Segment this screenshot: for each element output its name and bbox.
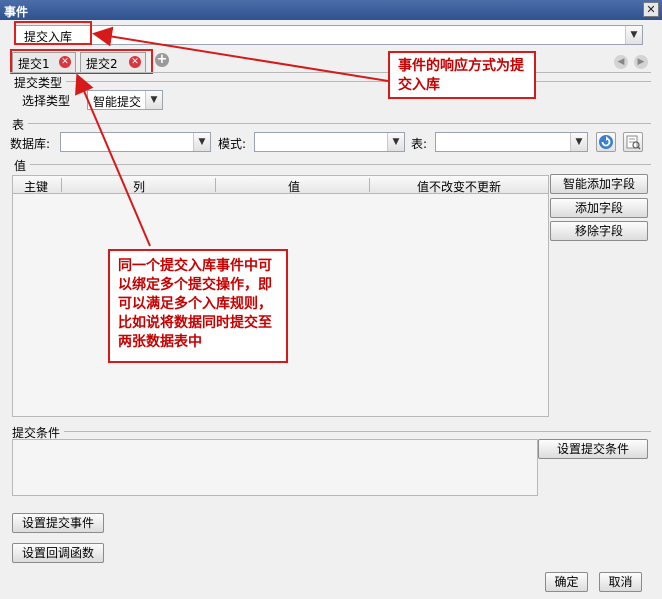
annotation-arrows xyxy=(75,26,389,247)
annotation-note-response: 事件的响应方式为提交入库 xyxy=(388,51,536,99)
annotation-note-multiple-commits: 同一个提交入库事件中可以绑定多个提交操作，即可以满足多个入库规则，比如说将数据同… xyxy=(108,249,288,363)
arrow-to-event-select xyxy=(92,26,389,82)
arrow-to-tabs xyxy=(75,73,151,247)
